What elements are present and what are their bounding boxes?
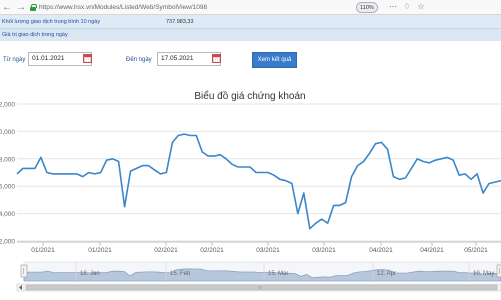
x-tick-label: 03/2021 <box>312 247 336 254</box>
zoom-badge[interactable]: 110% <box>356 2 378 13</box>
navigator-left-handle[interactable] <box>20 264 28 278</box>
trade-value-label: Giá trị giao dịch trong ngày <box>2 32 68 38</box>
navigator-scrollbar-track <box>16 283 501 292</box>
y-tick-label: 28,000 <box>0 156 15 163</box>
view-results-button[interactable]: Xem kết quả <box>252 52 297 68</box>
navigator-series <box>23 268 501 282</box>
x-tick-label: 02/2021 <box>200 247 224 254</box>
navigator-scrollbar-thumb[interactable] <box>25 284 498 291</box>
navigator-label: 15. Mar <box>268 271 288 277</box>
x-tick-label: 01/2021 <box>88 247 112 254</box>
browser-toolbar: ← → https://www.hsx.vn/Modules/Listed/We… <box>0 0 501 15</box>
x-tick-label: 01/2021 <box>31 247 55 254</box>
x-tick-label: 04/2021 <box>369 247 393 254</box>
to-date-label: Đến ngày <box>126 57 152 63</box>
from-date-label: Từ ngày <box>3 57 26 63</box>
navigator-label: 15. Feb <box>170 271 191 277</box>
more-icon[interactable]: ⋯ <box>388 2 398 12</box>
y-tick-label: 32,000 <box>0 102 15 109</box>
pocket-icon[interactable]: ♢ <box>402 2 412 12</box>
y-tick-label: 30,000 <box>0 129 15 136</box>
navigator-right-handle[interactable] <box>496 264 501 278</box>
avg-volume-label: Khối lượng giao dịch trung bình 10 ngày <box>2 18 101 25</box>
x-tick-label: 03/2021 <box>256 247 280 254</box>
x-tick-label: 02/2021 <box>154 247 178 254</box>
lock-icon <box>30 4 37 11</box>
avg-volume-value: 737.983,33 <box>166 18 194 25</box>
calendar-icon[interactable] <box>83 54 92 63</box>
y-tick-label: 22,000 <box>0 239 15 246</box>
navigator-label: 18. Jan <box>80 271 100 277</box>
x-tick-label: 05/2021 <box>464 247 488 254</box>
bookmark-star-icon[interactable]: ☆ <box>416 2 426 12</box>
forward-icon[interactable]: → <box>14 0 28 15</box>
navigator-label: 12. Apr <box>377 271 396 277</box>
navigator-label: 10. May <box>473 271 494 277</box>
back-icon[interactable]: ← <box>0 0 14 15</box>
avg-volume-row: Khối lượng giao dịch trung bình 10 ngày … <box>0 15 501 29</box>
y-tick-label: 26,000 <box>0 184 15 191</box>
x-tick-label: 04/2021 <box>420 247 444 254</box>
url-text: https://www.hsx.vn/Modules/Listed/Web/Sy… <box>39 4 208 11</box>
trade-value-row: Giá trị giao dịch trong ngày <box>0 29 501 41</box>
chart-title: Biểu đồ giá chứng khoán <box>194 91 306 102</box>
scroll-left-arrow-icon[interactable] <box>19 285 22 290</box>
y-tick-label: 24,000 <box>0 211 15 218</box>
price-series-line <box>16 133 501 230</box>
navigator-bg <box>23 261 501 282</box>
price-chart: 32,000 30,000 28,000 26,000 24,000 22,000 01/2… <box>0 102 501 292</box>
calendar-icon[interactable] <box>212 54 221 63</box>
